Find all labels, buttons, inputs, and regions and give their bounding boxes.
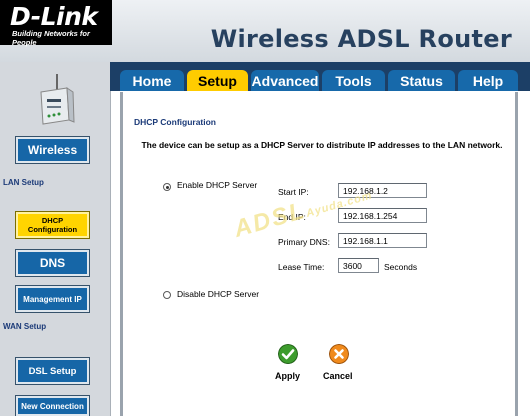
product-title: Wireless ADSL Router: [210, 25, 512, 53]
lease-time-unit: Seconds: [384, 262, 418, 272]
apply-button[interactable]: Apply: [275, 371, 300, 381]
enable-dhcp-label: Enable DHCP Server: [177, 180, 258, 190]
sidebar-item-management-ip[interactable]: Management IP: [15, 285, 90, 313]
end-ip-label: End IP:: [278, 212, 306, 222]
tab-home[interactable]: Home: [120, 70, 184, 91]
brand-name: D-Link: [10, 2, 98, 31]
main-panel: DHCP Configuration The device can be set…: [120, 92, 518, 416]
tab-advanced[interactable]: Advanced: [251, 70, 319, 91]
tab-bar: Home Setup Advanced Tools Status Help: [110, 62, 530, 91]
primary-dns-input[interactable]: [338, 233, 427, 248]
sidebar-heading-wan-setup: WAN Setup: [3, 322, 47, 331]
primary-dns-label: Primary DNS:: [278, 237, 330, 247]
left-sidebar: Wireless LAN Setup DHCP Configuration DN…: [0, 62, 111, 416]
sidebar-item-wireless[interactable]: Wireless: [15, 136, 90, 164]
disable-dhcp-label: Disable DHCP Server: [177, 289, 260, 299]
lease-time-input[interactable]: [338, 258, 379, 273]
sidebar-heading-lan-setup: LAN Setup: [3, 178, 44, 187]
apply-icon[interactable]: [278, 344, 298, 364]
end-ip-input[interactable]: [338, 208, 427, 223]
sidebar-item-dns[interactable]: DNS: [15, 249, 90, 277]
header-banner: D-Link Building Networks for People Wire…: [0, 0, 530, 62]
tab-status[interactable]: Status: [388, 70, 455, 91]
disable-dhcp-radio[interactable]: [163, 291, 171, 299]
start-ip-label: Start IP:: [278, 187, 309, 197]
brand-tagline: Building Networks for People: [12, 29, 90, 47]
intro-text: The device can be setup as a DHCP Server…: [141, 140, 503, 150]
section-title: DHCP Configuration: [134, 117, 217, 127]
tab-help[interactable]: Help: [458, 70, 518, 91]
router-icon: [40, 74, 75, 125]
cancel-button[interactable]: Cancel: [323, 371, 353, 381]
tab-tools[interactable]: Tools: [322, 70, 385, 91]
enable-dhcp-radio[interactable]: [163, 183, 171, 191]
start-ip-input[interactable]: [338, 183, 427, 198]
sidebar-item-dsl-setup[interactable]: DSL Setup: [15, 357, 90, 385]
dlink-logo: D-Link Building Networks for People: [0, 0, 112, 47]
lease-time-label: Lease Time:: [278, 262, 325, 272]
cancel-icon[interactable]: [329, 344, 349, 364]
tab-setup[interactable]: Setup: [187, 70, 248, 91]
sidebar-item-dhcp-configuration[interactable]: DHCP Configuration: [15, 211, 90, 239]
sidebar-item-new-connection[interactable]: New Connection: [15, 395, 90, 416]
